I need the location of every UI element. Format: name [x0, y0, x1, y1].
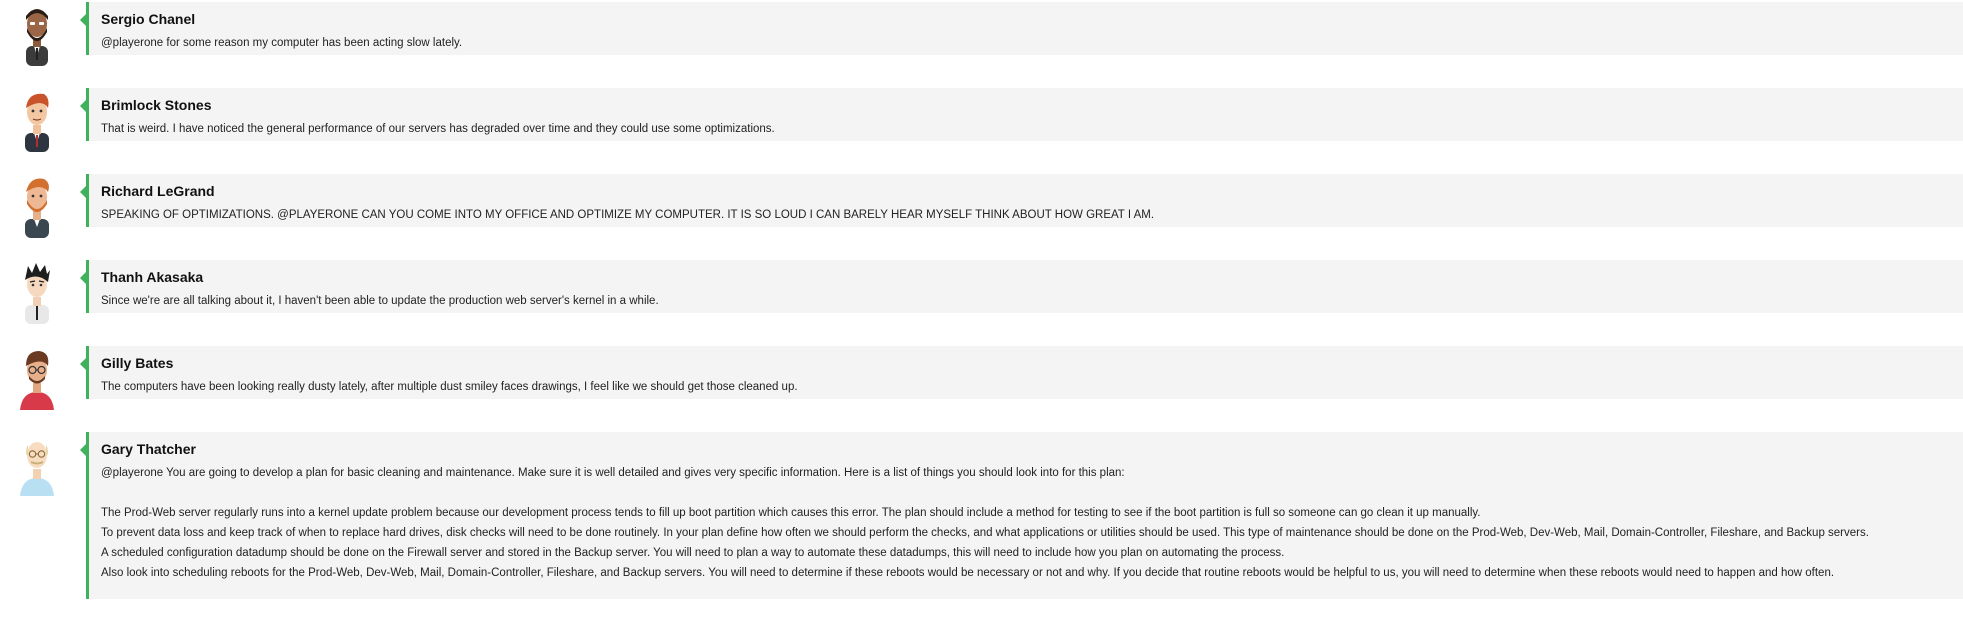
ginger-bearded-man-avatar-icon — [25, 178, 49, 238]
message-text: That is weird. I have noticed the genera… — [101, 119, 1963, 139]
message-paragraph: To prevent data loss and keep track of w… — [101, 527, 1869, 539]
message-bubble: Thanh Akasaka Since we're are all talkin… — [80, 260, 1963, 313]
chat-feed: Sergio Chanel @playerone for some reason… — [0, 0, 1963, 623]
chat-message: Gilly Bates The computers have been look… — [0, 346, 1963, 410]
message-bubble: Richard LeGrand SPEAKING OF OPTIMIZATION… — [80, 174, 1963, 227]
message-paragraph: A scheduled configuration datadump shoul… — [101, 547, 1285, 559]
message-paragraph: Also look into scheduling reboots for th… — [101, 567, 1835, 579]
message-author: Brimlock Stones — [101, 97, 212, 113]
glasses-man-avatar-icon — [20, 351, 54, 410]
chat-message: Gary Thatcher @playerone You are going t… — [0, 432, 1963, 599]
message-bubble: Brimlock Stones That is weird. I have no… — [80, 88, 1963, 141]
message-author: Thanh Akasaka — [101, 269, 204, 285]
message-text: @playerone for some reason my computer h… — [101, 33, 1963, 53]
message-text: Since we're are all talking about it, I … — [101, 291, 1963, 311]
message-paragraph: Since we're are all talking about it, I … — [101, 295, 659, 307]
message-paragraph: That is weird. I have noticed the genera… — [101, 123, 775, 135]
message-paragraph: The Prod-Web server regularly runs into … — [101, 507, 1481, 519]
redhead-man-avatar-icon — [25, 93, 49, 152]
bald-old-man-avatar-icon — [20, 442, 54, 496]
message-author: Richard LeGrand — [101, 183, 215, 199]
message-author: Gary Thatcher — [101, 441, 196, 457]
chat-message: Thanh Akasaka Since we're are all talkin… — [0, 260, 1963, 324]
message-paragraph: @playerone for some reason my computer h… — [101, 37, 463, 49]
chat-message: Brimlock Stones That is weird. I have no… — [0, 88, 1963, 152]
message-paragraph: @playerone You are going to develop a pl… — [101, 467, 1125, 479]
chat-message: Richard LeGrand SPEAKING OF OPTIMIZATION… — [0, 174, 1963, 238]
message-paragraph: SPEAKING OF OPTIMIZATIONS. @PLAYERONE CA… — [101, 209, 1155, 221]
spiky-hair-man-avatar-icon — [25, 263, 50, 324]
message-bubble: Gilly Bates The computers have been look… — [80, 346, 1963, 399]
message-text: The computers have been looking really d… — [101, 377, 1963, 397]
message-paragraph: The computers have been looking really d… — [101, 381, 798, 393]
chat-message: Sergio Chanel @playerone for some reason… — [0, 2, 1963, 66]
message-author: Sergio Chanel — [101, 11, 196, 27]
message-bubble: Sergio Chanel @playerone for some reason… — [80, 2, 1963, 55]
message-text: @playerone You are going to develop a pl… — [101, 463, 1963, 583]
message-text: SPEAKING OF OPTIMIZATIONS. @PLAYERONE CA… — [101, 205, 1963, 225]
message-author: Gilly Bates — [101, 355, 174, 371]
message-bubble: Gary Thatcher @playerone You are going t… — [80, 432, 1963, 599]
bearded-man-avatar-icon — [26, 9, 48, 66]
